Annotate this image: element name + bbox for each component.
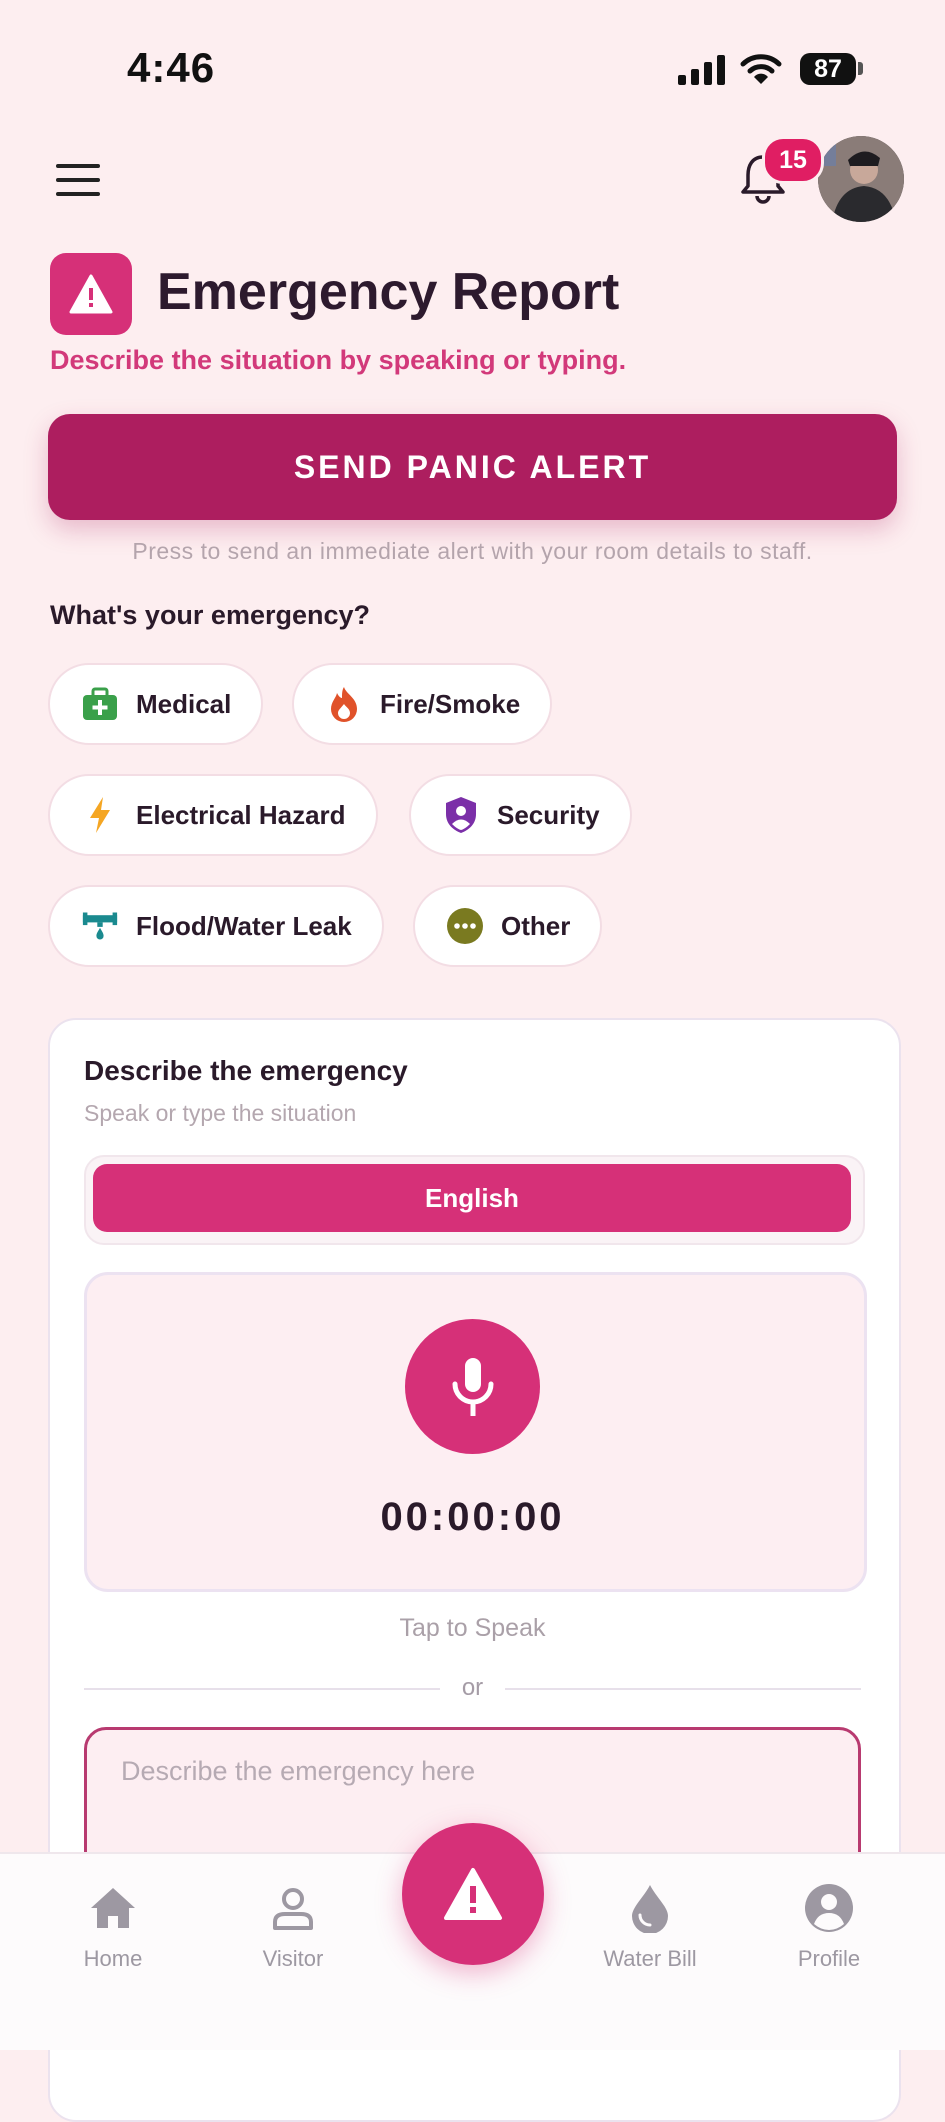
page-title: Emergency Report xyxy=(157,263,620,321)
chip-medical[interactable]: Medical xyxy=(48,663,264,745)
chip-security[interactable]: Security xyxy=(409,774,632,856)
nav-label: Water Bill xyxy=(603,1946,697,1971)
nav-label: Visitor xyxy=(262,1946,324,1971)
warning-icon xyxy=(444,1868,502,1920)
panic-hint: Press to send an immediate alert with yo… xyxy=(132,538,813,564)
divider-left xyxy=(84,1688,440,1690)
water-drop-icon xyxy=(570,1878,730,1938)
status-time: 4:46 xyxy=(127,44,216,91)
warning-icon xyxy=(50,253,132,335)
shield-user-icon xyxy=(443,797,479,833)
flame-icon xyxy=(326,686,362,722)
chip-fire-smoke[interactable]: Fire/Smoke xyxy=(292,663,553,745)
chip-label: Flood/Water Leak xyxy=(136,910,352,941)
description-placeholder: Describe the emergency here xyxy=(121,1756,476,1786)
description-subtitle: Speak or type the situation xyxy=(84,1100,357,1126)
chip-label: Security xyxy=(497,799,600,830)
chip-other[interactable]: Other xyxy=(413,885,603,967)
chip-flood-water-leak[interactable]: Flood/Water Leak xyxy=(48,885,384,967)
user-icon xyxy=(213,1878,373,1938)
battery-tip xyxy=(858,62,863,75)
chip-label: Other xyxy=(501,910,571,941)
chip-label: Fire/Smoke xyxy=(380,688,521,719)
nav-label: Home xyxy=(83,1946,143,1971)
page-subtitle: Describe the situation by speaking or ty… xyxy=(50,345,627,375)
chip-electrical-hazard[interactable]: Electrical Hazard xyxy=(48,774,378,856)
tap-to-speak-label: Tap to Speak xyxy=(399,1614,546,1642)
menu-icon[interactable] xyxy=(56,164,100,206)
nav-water-bill[interactable]: Water Bill xyxy=(570,1878,730,1972)
microphone-icon xyxy=(452,1357,493,1416)
notification-badge: 15 xyxy=(762,136,824,184)
send-panic-alert-button[interactable]: SEND PANIC ALERT xyxy=(48,414,897,520)
chip-label: Electrical Hazard xyxy=(136,799,346,830)
more-dots-icon xyxy=(447,908,483,944)
or-label: or xyxy=(461,1674,484,1701)
medical-kit-icon xyxy=(82,686,118,722)
home-icon xyxy=(33,1878,193,1938)
description-title: Describe the emergency xyxy=(84,1055,408,1086)
emergency-question: What's your emergency? xyxy=(50,600,371,630)
record-button[interactable] xyxy=(405,1319,540,1454)
avatar[interactable] xyxy=(818,136,904,222)
wifi-icon xyxy=(740,54,782,84)
divider-right xyxy=(505,1688,861,1690)
water-pipe-icon xyxy=(82,908,118,944)
nav-profile[interactable]: Profile xyxy=(749,1878,909,1972)
nav-label: Profile xyxy=(797,1946,861,1971)
emergency-report-fab[interactable] xyxy=(402,1823,544,1965)
battery-indicator: 87 xyxy=(800,53,856,85)
nav-home[interactable]: Home xyxy=(33,1878,193,1972)
language-english-button[interactable]: English xyxy=(93,1164,851,1232)
nav-visitor[interactable]: Visitor xyxy=(213,1878,373,1972)
profile-icon xyxy=(749,1878,909,1938)
signal-icon xyxy=(678,55,725,85)
recording-timer: 00:00:00 xyxy=(380,1495,565,1539)
lightning-icon xyxy=(82,797,118,833)
chip-label: Medical xyxy=(136,688,232,719)
